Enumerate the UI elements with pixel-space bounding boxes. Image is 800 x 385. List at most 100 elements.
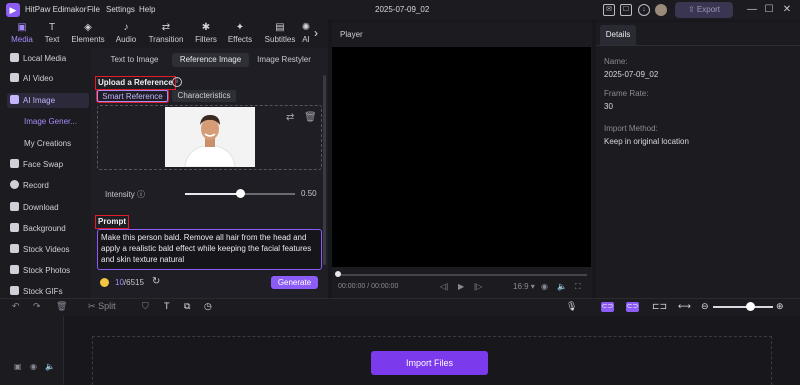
chip-characteristics[interactable]: Characteristics [172,90,236,102]
maximize-icon[interactable]: ☐ [762,3,776,17]
upload-reference-title: Upload a Reference [95,76,176,90]
aspect-ratio-select[interactable]: 16:9 ▾ [513,282,535,291]
text-icon: T [48,22,56,33]
intensity-slider-handle[interactable] [236,189,245,198]
info-icon[interactable]: i [172,77,182,87]
shield-icon[interactable]: ⛉ [142,301,149,312]
tab-ai[interactable]: ✺ AI [297,22,315,46]
player-progress-handle[interactable] [335,271,341,277]
download-icon[interactable]: ↓ [638,4,650,16]
delete-icon[interactable]: 🗑 [56,301,67,312]
play-icon[interactable]: ▶ [458,282,464,291]
prompt-textarea[interactable]: Make this person bald. Remove all hair f… [97,229,322,270]
ai-video-icon [10,73,19,82]
filters-icon: ✱ [201,22,211,33]
ai-image-icon [10,95,19,104]
import-files-button[interactable]: Import Files [371,351,488,375]
download-icon [10,202,19,211]
mute-icon[interactable]: 🔈 [45,362,55,371]
swap-icon[interactable]: ⇄ [286,112,294,123]
tab-transition[interactable]: ⇄ Transition [147,22,185,46]
menu-settings[interactable]: Settings [106,5,135,14]
tab-image-restyler[interactable]: Image Restyler [252,53,316,67]
background-icon [10,223,19,232]
magnet-icon[interactable]: ⊂⊃ [626,302,639,312]
scissors-icon: ✂ [88,301,96,311]
prompt-title: Prompt [95,215,129,229]
detach-icon[interactable]: ⊏⊐ [652,301,667,312]
tab-audio[interactable]: ♪ Audio [107,22,145,46]
sidebar-item-record[interactable]: Record [7,178,89,193]
chip-smart-reference[interactable]: Smart Reference [97,90,168,102]
fullscreen-icon[interactable]: ⛶ [575,282,581,292]
transition-icon: ⇄ [161,22,171,33]
tab-text[interactable]: T Text [33,22,71,46]
sidebar-subitem-image-generator[interactable]: Image Gener... [24,114,77,129]
intensity-slider-fill [185,193,240,195]
trash-icon[interactable]: 🗑 [304,112,317,123]
tab-effects[interactable]: ✦ Effects [221,22,259,46]
minimize-icon[interactable]: — [745,3,759,17]
panel-scrollbar[interactable] [323,75,326,265]
stock-gifs-icon [10,286,19,295]
sidebar-item-face-swap[interactable]: Face Swap [7,157,89,172]
sidebar-item-stock-gifs[interactable]: Stock GIFs [7,284,89,296]
zoom-in-icon[interactable]: ⊕ [776,301,784,312]
zoom-out-icon[interactable]: ⊖ [701,301,709,312]
face-swap-icon [10,159,19,168]
sidebar-item-download[interactable]: Download [7,200,89,215]
info-icon[interactable]: ⓘ [137,190,145,199]
audio-icon: ♪ [123,22,129,33]
link-icon[interactable]: ⊂⊃ [601,302,614,312]
generate-button[interactable]: Generate [271,276,318,289]
text-tool-icon[interactable]: T [164,301,170,311]
snapshot-icon[interactable]: ◉ [541,282,548,291]
detail-name-value: 2025-07-09_02 [604,70,659,79]
sidebar-item-background[interactable]: Background [7,221,89,236]
tab-reference-image[interactable]: Reference Image [172,53,249,67]
volume-icon[interactable]: 🔈 [557,282,567,291]
feedback-icon[interactable]: ✉ [603,4,615,16]
intensity-label: Intensity ⓘ [105,190,146,199]
chevron-right-icon[interactable]: › [314,26,318,40]
refresh-icon[interactable]: ↻ [152,276,160,287]
next-frame-icon[interactable]: |▷ [474,282,482,291]
sidebar-item-ai-image[interactable]: AI Image [7,93,89,108]
track-toggle-icon[interactable]: ▣ [14,362,22,371]
tab-details[interactable]: Details [600,25,636,45]
menu-help[interactable]: Help [139,5,155,14]
user-avatar[interactable] [655,4,667,16]
credits-counter: 10/6515 [115,278,144,287]
fit-icon[interactable]: ⟷ [678,301,691,312]
tab-text-to-image[interactable]: Text to Image [101,53,168,67]
credits-coin-icon [100,278,109,287]
sidebar-item-stock-photos[interactable]: Stock Photos [7,263,89,278]
zoom-slider[interactable] [713,306,773,308]
sidebar-subitem-my-creations[interactable]: My Creations [24,136,71,151]
undo-icon[interactable]: ↶ [12,301,20,312]
tab-filters[interactable]: ✱ Filters [187,22,225,46]
detail-import-method-value: Keep in original location [604,137,689,146]
subtitles-icon: ▤ [275,22,285,33]
eye-icon[interactable]: ◉ [30,362,37,371]
stock-videos-icon [10,244,19,253]
crop-icon[interactable]: ⧉ [184,301,190,312]
message-icon[interactable]: ☐ [620,4,632,16]
split-button[interactable]: ✂ Split [88,301,116,312]
player-progress-track[interactable] [337,274,587,276]
close-icon[interactable]: ✕ [780,3,794,17]
tab-subtitles[interactable]: ▤ Subtitles [261,22,299,46]
menu-file[interactable]: File [87,5,100,14]
tab-elements[interactable]: ◈ Elements [69,22,107,46]
app-title: HitPaw Edimakor [25,5,87,14]
reference-image [165,107,255,167]
prev-frame-icon[interactable]: ◁| [440,282,448,291]
redo-icon[interactable]: ↷ [33,301,41,312]
person-photo-icon [165,107,255,167]
export-button[interactable]: ⇪ Export [675,2,733,18]
microphone-icon[interactable]: 🎙 [566,301,577,312]
sidebar-item-local-media[interactable]: Local Media [7,51,89,66]
sidebar-item-ai-video[interactable]: AI Video [7,71,89,86]
sidebar-item-stock-videos[interactable]: Stock Videos [7,242,89,257]
clock-icon[interactable]: ◷ [204,301,212,312]
